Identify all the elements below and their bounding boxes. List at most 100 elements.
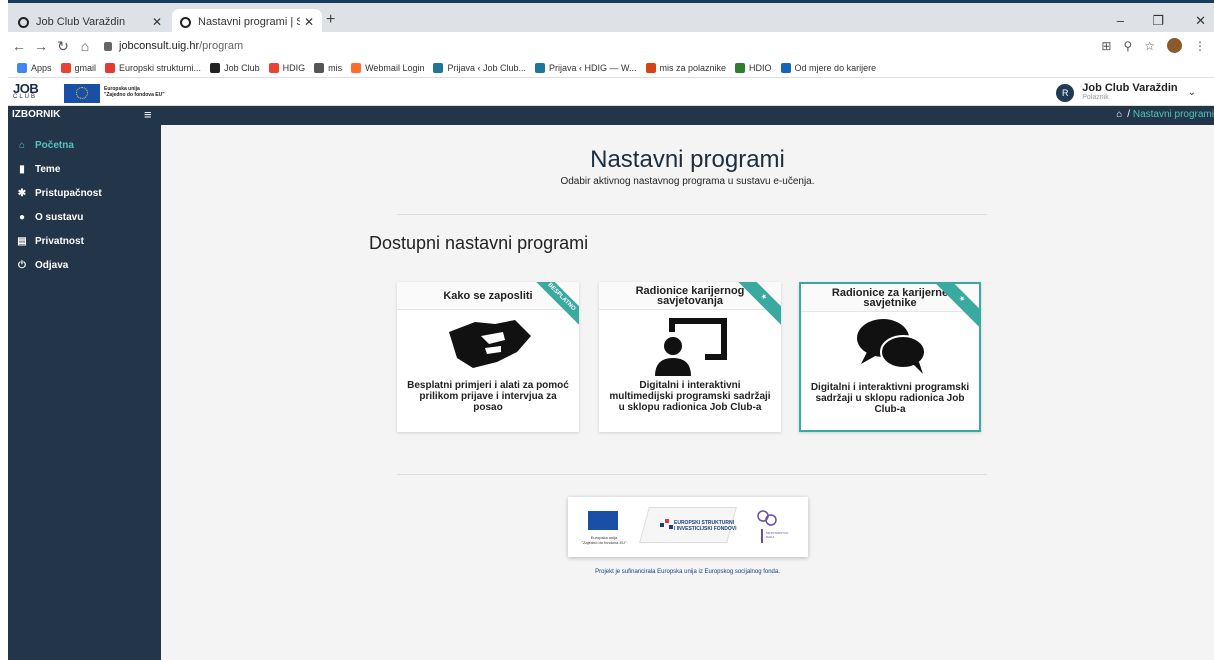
reload-icon[interactable]: ↻ bbox=[52, 38, 74, 55]
sidebar-item-o-sustavu[interactable]: ● O sustavu bbox=[8, 205, 161, 229]
job-club-icon bbox=[210, 62, 221, 73]
forward-arrow-icon[interactable]: → bbox=[30, 38, 52, 54]
bookmark-star-icon[interactable]: ☆ bbox=[1144, 39, 1155, 53]
tab-title: Job Club Varaždin bbox=[36, 16, 126, 28]
hdio-icon bbox=[735, 62, 746, 73]
sidebar-item-početna[interactable]: ⌂ Početna bbox=[8, 133, 161, 157]
card-description: Digitalni i interaktivni programski sadr… bbox=[810, 382, 970, 415]
sidebar-item-teme[interactable]: ▮ Teme bbox=[8, 157, 161, 181]
bookmark-label: Europski strukturni... bbox=[119, 62, 202, 73]
bookmark-item[interactable]: Webmail Login bbox=[351, 62, 425, 73]
google-icon bbox=[268, 62, 279, 73]
eu-caption-line-2: "Zajedno do fondova EU" bbox=[581, 540, 627, 545]
mis-icon bbox=[645, 62, 656, 73]
breadcrumb-home-icon[interactable]: ⌂ bbox=[1116, 109, 1122, 120]
eu-funds-icon bbox=[105, 62, 116, 73]
bookmark-item[interactable]: Prijava ‹ Job Club... bbox=[433, 62, 526, 73]
user-avatar: R bbox=[1056, 83, 1075, 102]
bookmark-item[interactable]: Prijava ‹ HDIG — W... bbox=[535, 62, 637, 73]
tab-close-icon[interactable]: ✕ bbox=[152, 15, 162, 29]
bookmark-item[interactable]: Od mjere do karijere bbox=[780, 62, 876, 73]
comments-icon bbox=[801, 312, 979, 382]
esif-line-2: I INVESTICIJSKI FONDOVI bbox=[674, 526, 737, 532]
chevron-down-icon: ⌄ bbox=[1187, 87, 1196, 98]
sidebar-item-label: Početna bbox=[35, 139, 74, 151]
esif-square-icon bbox=[660, 523, 664, 527]
chalkboard-teacher-icon bbox=[599, 310, 781, 380]
job-club-logo[interactable]: JOB CLUB bbox=[13, 81, 49, 103]
new-tab-button[interactable]: + bbox=[326, 11, 335, 29]
sidebar-item-label: O sustavu bbox=[35, 211, 84, 223]
site-favicon-icon bbox=[180, 16, 191, 28]
bookmark-label: Prijava ‹ HDIG — W... bbox=[549, 62, 637, 73]
bookmark-item[interactable]: gmail bbox=[60, 62, 96, 73]
esif-square-icon bbox=[669, 525, 673, 529]
breadcrumb-separator: / bbox=[1127, 109, 1131, 120]
profile-avatar[interactable] bbox=[1167, 38, 1182, 53]
esif-square-icon bbox=[665, 519, 669, 523]
minimize-icon[interactable]: – bbox=[1117, 13, 1124, 28]
bookmark-item[interactable]: Apps bbox=[17, 62, 52, 73]
site-favicon-icon bbox=[18, 16, 29, 28]
globe-icon bbox=[314, 62, 325, 73]
gear-icon: ✱ bbox=[17, 187, 27, 199]
ministry-logo: MINISTARSTVO RADA bbox=[753, 507, 788, 547]
zoom-icon[interactable]: ⚲ bbox=[1123, 39, 1132, 53]
lock-icon bbox=[104, 41, 112, 51]
program-card-radionice-za-karijerne-savjetnike[interactable]: ★ Radionice za karijerne savjetnike Digi… bbox=[799, 282, 981, 432]
app-header: JOB CLUB Europska unija "Zajedno do fond… bbox=[8, 81, 1214, 106]
restore-icon[interactable]: ❐ bbox=[1152, 13, 1164, 29]
tab-title: Nastavni programi | Sustav e-uče bbox=[198, 16, 300, 28]
sidebar-item-pristupačnost[interactable]: ✱ Pristupačnost bbox=[8, 181, 161, 205]
user-menu[interactable]: R Job Club Varaždin Polaznik ⌄ bbox=[1056, 83, 1196, 102]
eu-caption: Europska unija "Zajedno do fondova EU" bbox=[578, 535, 630, 545]
divider bbox=[397, 214, 987, 215]
logo-club-text: CLUB bbox=[13, 94, 38, 100]
bookmark-label: mis bbox=[328, 62, 343, 73]
tab-bar: Job Club Varaždin ✕ Nastavni programi | … bbox=[8, 0, 1214, 35]
bookmark-item[interactable]: mis za polaznike bbox=[645, 62, 726, 73]
top-nav-bar: IZBORNIK ≡ ⌂ / Nastavni programi bbox=[8, 106, 1214, 125]
sidebar-item-label: Teme bbox=[35, 163, 61, 175]
handshake-icon bbox=[397, 310, 579, 380]
bookmark-label: HDIO bbox=[749, 62, 772, 73]
bookmark-item[interactable]: Europski strukturni... bbox=[105, 62, 202, 73]
eu-caption-line-2: "Zajedno do fondova EU" bbox=[104, 92, 165, 98]
bookmark-label: Webmail Login bbox=[365, 62, 425, 73]
eu-flag-icon bbox=[588, 511, 618, 530]
bookmark-item[interactable]: mis bbox=[314, 62, 343, 73]
bookmark-label: HDIG bbox=[282, 62, 306, 73]
url-host: jobconsult.uig.hr bbox=[119, 40, 200, 52]
bookmark-item[interactable]: Job Club bbox=[210, 62, 260, 73]
program-card-kako-se-zaposliti[interactable]: BESPLATNO Kako se zaposliti Besplatni pr… bbox=[397, 282, 579, 432]
window-close-icon[interactable]: ✕ bbox=[1195, 13, 1206, 29]
tab-close-icon[interactable]: ✕ bbox=[304, 15, 314, 29]
funding-footnote: Projekt je sufinancirala Europska unija … bbox=[595, 569, 780, 575]
program-card-radionice-karijernog-savjetovanja[interactable]: ★ Radionice karijernog savjetovanja Digi… bbox=[599, 282, 781, 432]
sidebar-item-odjava[interactable]: ⏻ Odjava bbox=[8, 253, 161, 277]
translate-icon[interactable]: ⊞ bbox=[1101, 39, 1111, 53]
bookmark-label: Job Club bbox=[224, 62, 260, 73]
address-bar[interactable]: jobconsult.uig.hr /program bbox=[104, 40, 243, 52]
bookmarks-bar: Apps gmail Europski strukturni... Job Club H… bbox=[8, 58, 1214, 78]
user-name: Job Club Varaždin bbox=[1082, 82, 1178, 94]
eu-funding-logos: Europska unija "Zajedno do fondova EU" E… bbox=[568, 497, 808, 557]
esif-logo-text: EUROPSKI STRUKTURNI I INVESTICIJSKI FOND… bbox=[674, 520, 737, 532]
bookmark-label: Prijava ‹ Job Club... bbox=[447, 62, 526, 73]
sidebar-item-label: Privatnost bbox=[35, 235, 84, 247]
main-content: Nastavni programi Odabir aktivnog nastav… bbox=[161, 125, 1214, 660]
toolbar-actions: ⊞ ⚲ ☆ ⋮ bbox=[1101, 38, 1206, 53]
sidebar-item-privatnost[interactable]: ▤ Privatnost bbox=[8, 229, 161, 253]
eu-flag-icon bbox=[64, 84, 100, 103]
home-button-icon[interactable]: ⌂ bbox=[74, 38, 96, 54]
back-arrow-icon[interactable]: ← bbox=[8, 38, 30, 54]
hamburger-menu-icon[interactable]: ≡ bbox=[144, 107, 152, 122]
wordpress-icon bbox=[535, 62, 545, 73]
menu-dots-icon[interactable]: ⋮ bbox=[1194, 39, 1206, 53]
section-title: Dostupni nastavni programi bbox=[369, 233, 589, 253]
bookmark-item[interactable]: HDIG bbox=[268, 62, 306, 73]
user-role: Polaznik bbox=[1082, 94, 1109, 101]
url-path: /program bbox=[199, 40, 244, 52]
bookmark-item[interactable]: HDIO bbox=[735, 62, 772, 73]
logo-job-text: JOB bbox=[13, 81, 39, 96]
